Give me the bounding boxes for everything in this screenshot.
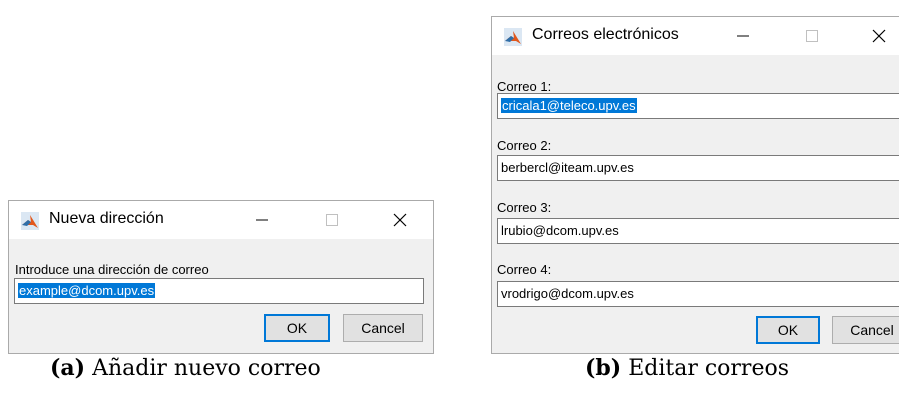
correo-4-label: Correo 4: [497, 262, 552, 277]
close-button[interactable] [377, 201, 423, 239]
caption-a-text: Añadir nuevo correo [92, 356, 321, 381]
close-button[interactable] [856, 17, 899, 55]
figure: Nueva dirección Introduce una dirección … [0, 0, 899, 399]
dialog-correos-electronicos: Correos electrónicos Correo 1: cricala1@… [491, 16, 899, 354]
minimize-icon [256, 219, 268, 221]
window-title: Correos electrónicos [532, 26, 679, 43]
minimize-button[interactable] [720, 17, 766, 55]
correo-1-value: cricala1@teleco.upv.es [501, 98, 637, 113]
window-title: Nueva dirección [49, 210, 164, 227]
correo-3-value: lrubio@dcom.upv.es [501, 223, 619, 238]
caption-b-text: Editar correos [628, 356, 790, 381]
ok-button[interactable]: OK [264, 314, 330, 342]
correo-3-label: Correo 3: [497, 200, 552, 215]
caption-a-tag: (a) [50, 355, 86, 381]
caption-b: (b) Editar correos [585, 355, 789, 381]
correo-2-input[interactable]: berbercl@iteam.upv.es [497, 155, 899, 181]
maximize-button[interactable] [309, 201, 355, 239]
close-icon [393, 213, 407, 227]
caption-b-tag: (b) [585, 355, 622, 381]
matlab-logo-icon [504, 28, 522, 46]
dialog-nueva-direccion: Nueva dirección Introduce una dirección … [8, 200, 434, 354]
minimize-button[interactable] [239, 201, 285, 239]
minimize-icon [737, 35, 749, 37]
correo-3-input[interactable]: lrubio@dcom.upv.es [497, 218, 899, 244]
title-bar[interactable]: Correos electrónicos [492, 17, 899, 55]
correo-4-value: vrodrigo@dcom.upv.es [501, 286, 634, 301]
close-icon [872, 29, 886, 43]
cancel-button[interactable]: Cancel [832, 316, 899, 344]
cancel-button[interactable]: Cancel [343, 314, 423, 342]
prompt-label: Introduce una dirección de correo [15, 262, 209, 277]
correo-4-input[interactable]: vrodrigo@dcom.upv.es [497, 281, 899, 307]
matlab-logo-icon [21, 212, 39, 230]
maximize-button[interactable] [789, 17, 835, 55]
email-input-value: example@dcom.upv.es [18, 283, 156, 298]
correo-1-label: Correo 1: [497, 79, 552, 94]
title-bar[interactable]: Nueva dirección [9, 201, 433, 239]
maximize-icon [326, 214, 338, 226]
correo-2-label: Correo 2: [497, 138, 552, 153]
maximize-icon [806, 30, 818, 42]
email-input[interactable]: example@dcom.upv.es [14, 278, 424, 304]
ok-button[interactable]: OK [756, 316, 820, 344]
correo-1-input[interactable]: cricala1@teleco.upv.es [497, 93, 899, 119]
correo-2-value: berbercl@iteam.upv.es [501, 160, 634, 175]
caption-a: (a) Añadir nuevo correo [50, 355, 321, 381]
